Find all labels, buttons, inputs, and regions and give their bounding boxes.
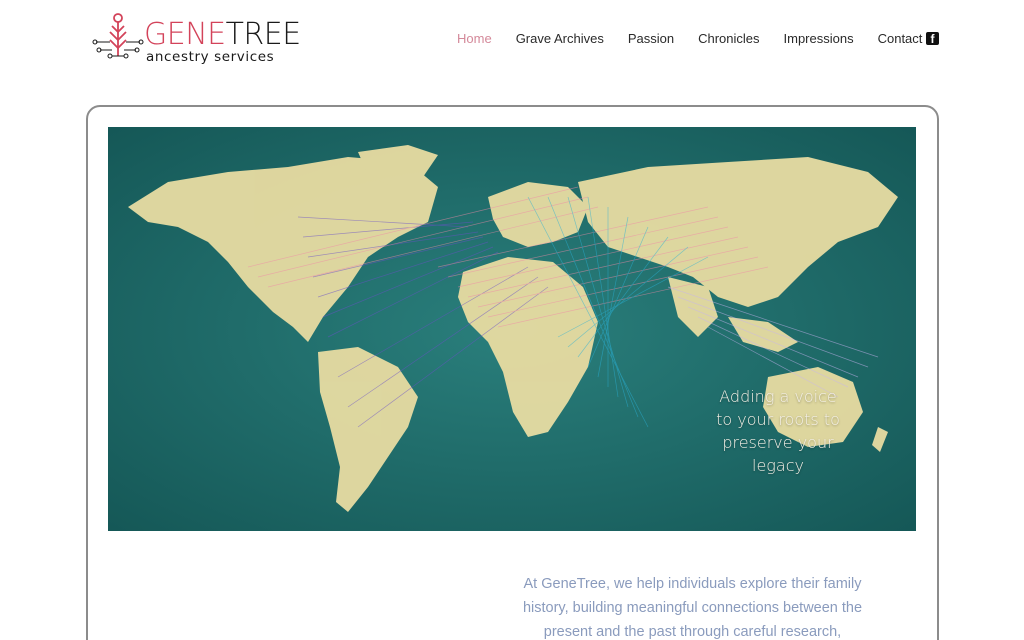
intro-line: present and the past through careful res… — [543, 624, 842, 640]
nav-impressions[interactable]: Impressions — [784, 31, 854, 46]
nav-grave-archives[interactable]: Grave Archives — [516, 31, 604, 46]
nav-contact[interactable]: Contact — [878, 31, 923, 46]
site-header: GENETREE ancestry services Home Grave Ar… — [0, 0, 1024, 80]
intro-line: history, building meaningful connections… — [522, 600, 863, 616]
nav-chronicles[interactable]: Chronicles — [698, 31, 759, 46]
brand-tree: TREE — [225, 17, 302, 52]
hero-caption-line: legacy — [752, 456, 804, 475]
brand-tagline: ancestry services — [146, 49, 275, 65]
tree-logo-icon — [92, 13, 144, 59]
brand-wordmark: GENETREE — [144, 20, 301, 50]
nav-home[interactable]: Home — [457, 31, 492, 46]
hero-caption-line: Adding a voice — [719, 387, 837, 406]
hero-banner: Adding a voice to your roots to preserve… — [108, 127, 916, 531]
nav-passion[interactable]: Passion — [628, 31, 674, 46]
hero-caption-line: to your roots to — [716, 410, 840, 429]
hero-caption: Adding a voice to your roots to preserve… — [694, 385, 862, 477]
intro-paragraph: At GeneTree, we help individuals explore… — [515, 572, 870, 640]
main-nav: Home Grave Archives Passion Chronicles I… — [450, 28, 946, 48]
hero-caption-line: preserve your — [722, 433, 834, 452]
facebook-icon[interactable]: f — [926, 32, 939, 46]
logo[interactable]: GENETREE ancestry services — [90, 12, 310, 68]
brand-gene: GENE — [144, 17, 226, 52]
intro-line: At GeneTree, we help individuals explore… — [523, 576, 862, 592]
